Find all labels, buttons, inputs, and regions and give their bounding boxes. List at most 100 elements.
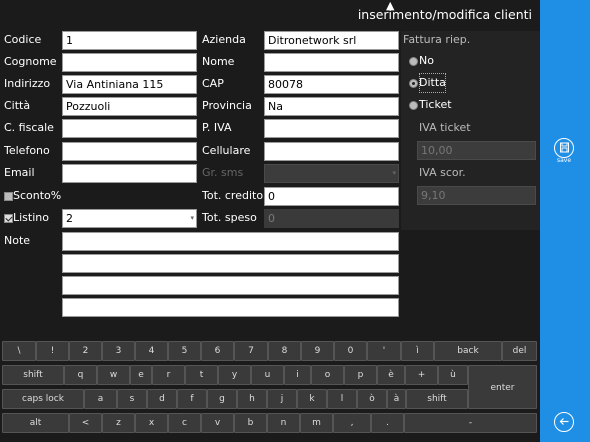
key[interactable]: ,	[333, 413, 371, 433]
totcredito-field[interactable]: 0	[264, 187, 399, 206]
iva-scor-label: IVA scor.	[419, 166, 466, 179]
key[interactable]: j	[267, 389, 297, 409]
key[interactable]: 7	[234, 341, 268, 361]
cognome-label: Cognome	[4, 55, 57, 68]
fattura-ditta-radio[interactable]	[409, 79, 418, 88]
nome-field[interactable]	[264, 53, 399, 72]
key[interactable]: d	[147, 389, 177, 409]
citta-field[interactable]: Pozzuoli	[62, 97, 197, 116]
note-line-1[interactable]	[62, 232, 399, 251]
indirizzo-label: Indirizzo	[4, 77, 51, 90]
key[interactable]: t	[185, 365, 218, 385]
key[interactable]: c	[168, 413, 201, 433]
back-button[interactable]	[554, 412, 574, 432]
key[interactable]: +	[405, 365, 438, 385]
key[interactable]: b	[234, 413, 267, 433]
iva-scor-field: 9,10	[417, 186, 536, 205]
listino-checkbox[interactable]	[4, 214, 13, 223]
key[interactable]: o	[311, 365, 344, 385]
chevron-down-icon: ▾	[190, 214, 194, 222]
fattura-label: Fattura riep.	[403, 33, 471, 46]
key[interactable]: r	[152, 365, 185, 385]
email-field[interactable]	[62, 164, 197, 183]
key[interactable]: x	[135, 413, 168, 433]
fattura-ticket-radio[interactable]	[409, 101, 418, 110]
key[interactable]: k	[297, 389, 327, 409]
indirizzo-field[interactable]: Via Antiniana 115	[62, 75, 197, 94]
cfiscale-label: C. fiscale	[4, 121, 54, 134]
key[interactable]: 2	[69, 341, 102, 361]
key[interactable]: 0	[334, 341, 367, 361]
cap-field[interactable]: 80078	[264, 75, 399, 94]
key[interactable]: a	[84, 389, 117, 409]
provincia-field[interactable]: Na	[264, 97, 399, 116]
key[interactable]: è	[377, 365, 405, 385]
key[interactable]: -	[404, 413, 537, 433]
piva-field[interactable]	[264, 119, 399, 138]
alt-key[interactable]: alt	[2, 413, 69, 433]
key[interactable]: 9	[301, 341, 334, 361]
backspace-key[interactable]: back	[434, 341, 502, 361]
delete-key[interactable]: del	[502, 341, 537, 361]
provincia-label: Provincia	[202, 99, 252, 112]
key[interactable]: <	[69, 413, 102, 433]
fattura-no-radio[interactable]	[409, 57, 418, 66]
key[interactable]: 3	[102, 341, 135, 361]
key[interactable]: e	[130, 365, 152, 385]
key[interactable]: v	[201, 413, 234, 433]
on-screen-keyboard: \ ! 2 3 4 5 6 7 8 9 0 ' ì back del shift…	[0, 338, 540, 442]
key[interactable]: h	[237, 389, 267, 409]
key[interactable]: n	[267, 413, 300, 433]
key[interactable]: ù	[438, 365, 468, 385]
note-line-4[interactable]	[62, 298, 399, 317]
key[interactable]: '	[367, 341, 401, 361]
key[interactable]: s	[117, 389, 147, 409]
cognome-field[interactable]	[62, 53, 197, 72]
key[interactable]: g	[207, 389, 237, 409]
cfiscale-field[interactable]	[62, 119, 197, 138]
key[interactable]: 8	[268, 341, 301, 361]
cellulare-label: Cellulare	[202, 144, 251, 157]
listino-select[interactable]: 2 ▾	[62, 209, 197, 228]
key[interactable]: p	[344, 365, 377, 385]
telefono-field[interactable]	[62, 142, 197, 161]
sconto-checkbox[interactable]	[4, 192, 13, 201]
key[interactable]: z	[102, 413, 135, 433]
sconto-label: Sconto%	[13, 189, 62, 202]
note-line-2[interactable]	[62, 254, 399, 273]
key[interactable]: u	[251, 365, 284, 385]
arrow-left-icon	[559, 418, 568, 425]
note-line-3[interactable]	[62, 276, 399, 295]
key[interactable]: ò	[357, 389, 387, 409]
key[interactable]: ì	[401, 341, 434, 361]
key[interactable]: l	[327, 389, 357, 409]
key[interactable]: !	[36, 341, 69, 361]
codice-field[interactable]: 1	[62, 31, 197, 50]
key[interactable]: 6	[201, 341, 234, 361]
key[interactable]: à	[387, 389, 406, 409]
key[interactable]: y	[218, 365, 251, 385]
grsms-select[interactable]: ▾	[264, 164, 399, 183]
key[interactable]: .	[371, 413, 404, 433]
shift-key-right[interactable]: shift	[406, 389, 468, 409]
key[interactable]: 5	[168, 341, 201, 361]
shift-key[interactable]: shift	[2, 365, 64, 385]
key[interactable]: \	[2, 341, 36, 361]
key[interactable]: f	[177, 389, 207, 409]
azienda-field[interactable]: Ditronetwork srl	[264, 31, 399, 50]
totspeso-field: 0	[264, 209, 399, 228]
caps-lock-key[interactable]: caps lock	[2, 389, 84, 409]
iva-ticket-field: 10,00	[417, 141, 536, 160]
key[interactable]: m	[300, 413, 333, 433]
key[interactable]: q	[64, 365, 97, 385]
key[interactable]: i	[284, 365, 311, 385]
key[interactable]: w	[97, 365, 130, 385]
save-button[interactable]	[554, 138, 574, 158]
citta-label: Città	[4, 99, 31, 112]
key[interactable]: 4	[135, 341, 168, 361]
nome-label: Nome	[202, 55, 235, 68]
azienda-label: Azienda	[202, 33, 246, 46]
enter-key[interactable]: enter	[468, 365, 537, 409]
email-label: Email	[4, 166, 35, 179]
cellulare-field[interactable]	[264, 142, 399, 161]
